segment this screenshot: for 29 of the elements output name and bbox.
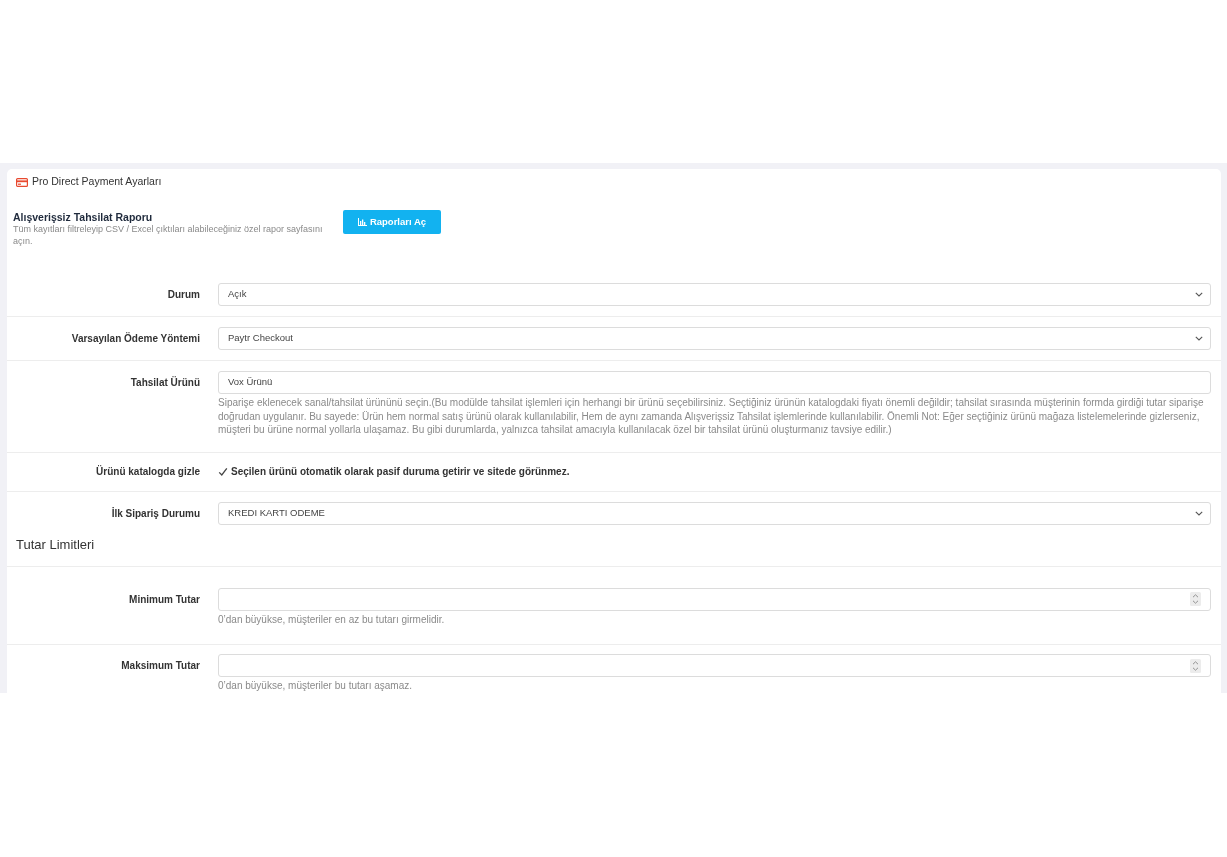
spinner-arrows-icon: [1190, 658, 1201, 673]
select-dropdown[interactable]: Paytr Checkout: [218, 327, 1211, 350]
field-label: Varsayılan Ödeme Yöntemi: [71, 331, 200, 346]
panel-title: Pro Direct Payment Ayarları: [32, 174, 162, 190]
field-label: Maksimum Tutar: [121, 659, 200, 673]
spinner-arrows-icon: [1190, 592, 1201, 606]
report-description: Tüm kayıtları filtreleyip CSV / Excel çıktıları alabileceğiniz özel rapor sayfasını açın.: [13, 224, 324, 247]
text-input[interactable]: Vox Ürünü: [218, 371, 1211, 394]
checkmark-icon[interactable]: [218, 466, 228, 477]
chevron-down-icon: [1195, 510, 1203, 516]
field-label: İlk Sipariş Durumu: [111, 506, 200, 521]
credit-card-icon: [16, 177, 28, 187]
chevron-down-icon: [1195, 292, 1203, 297]
number-input[interactable]: [218, 654, 1211, 677]
select-dropdown[interactable]: KREDI KARTI ODEME: [218, 501, 1211, 525]
field-label: Ürünü katalogda gizle: [96, 464, 200, 479]
section-heading: Tutar Limitleri: [16, 536, 95, 555]
chevron-down-icon: [1195, 336, 1203, 341]
bar-chart-icon: [357, 218, 367, 226]
field-label: Minimum Tutar: [129, 592, 200, 607]
help-text: 0’dan büyükse, müşteriler bu tutarı aşamaz.: [218, 679, 413, 693]
field-label: Tahsilat Ürünü: [130, 375, 200, 390]
select-dropdown[interactable]: Açık: [218, 283, 1211, 306]
help-text: Siparişe eklenecek sanal/tahsilat ürününü seçin.(Bu modülde tahsilat işlemleri için herhangi bir ürünü seçebilirsiniz. Seçtiğiniz ürünün katalogdaki fiyatı önemli değildir; tahsilat sırasında müşterinin formda girdiği tutar siparişe doğrudan uygulanır. Bu sayede: Ürün hem normal satış ürünü olarak kullanılabilir, Hem de aynı zamanda Alışverişsiz Tahsilat işlemlerinde kullanılabilir. Önemli Not: Eğer seçtiğiniz ürünü mağaza listelemelerinde gizlerseniz, müşteri bu ürüne normal yollarla ulaşamaz. Bu gibi durumlarda, yalnızca tahsilat amacıyla kullanılacak özel bir tahsilat ürünü oluşturmanız tavsiye edilir.): [218, 396, 1205, 437]
field-label: Durum: [167, 288, 200, 302]
help-text: 0’dan büyükse, müşteriler en az bu tutarı girmelidir.: [218, 612, 446, 626]
checkbox-label: Seçilen ürünü otomatik olarak pasif duruma getirir ve sitede görünmez.: [231, 465, 570, 479]
number-input[interactable]: [218, 587, 1211, 611]
report-title: Alışverişsiz Tahsilat Raporu: [13, 211, 154, 224]
